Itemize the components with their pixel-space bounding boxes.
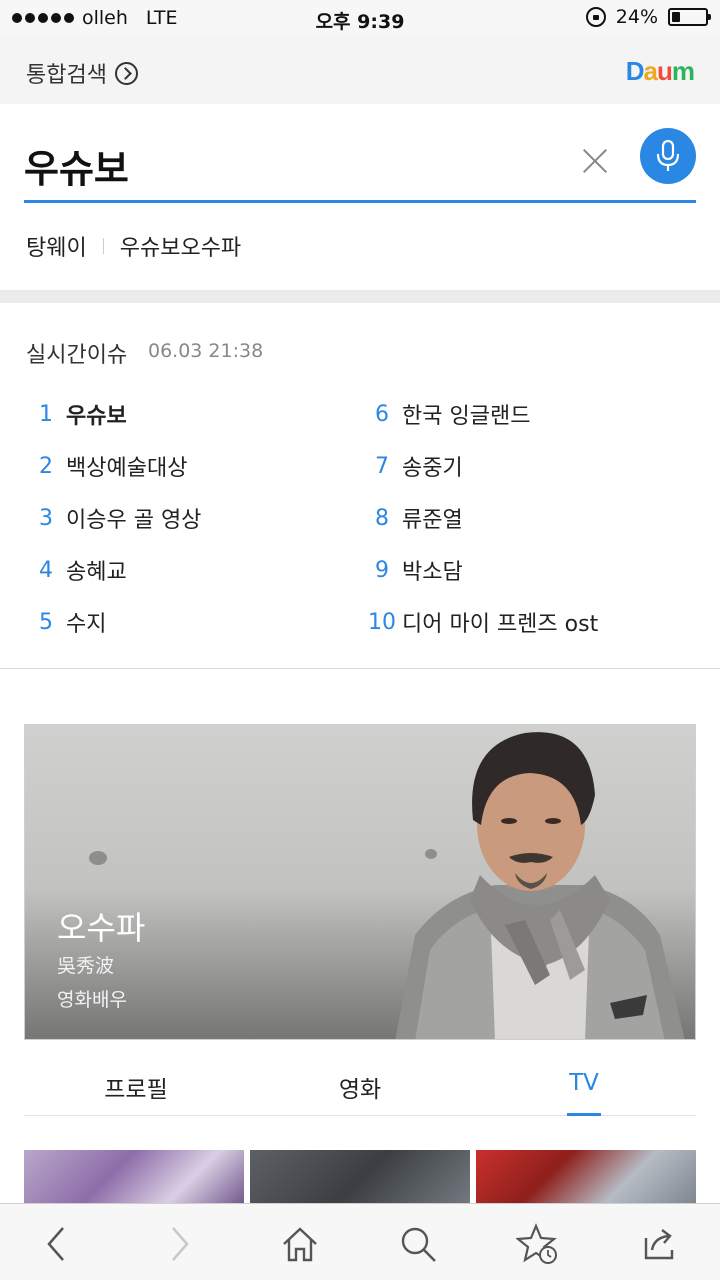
rank-keyword: 송중기 [402, 456, 463, 481]
rotation-lock-icon [585, 7, 606, 27]
person-hanja-name: 吳秀波 [57, 955, 115, 977]
battery-fill [672, 12, 680, 22]
rank-number: 4 [39, 557, 53, 583]
back-icon [47, 1227, 64, 1261]
rank-keyword: 송혜교 [66, 560, 127, 585]
rank-number: 1 [39, 401, 53, 427]
microphone-icon [656, 139, 680, 171]
tab-movie[interactable]: 영화 [248, 1058, 472, 1115]
rank-number: 9 [375, 557, 389, 583]
status-right: 24% [585, 6, 711, 28]
search-underline [24, 200, 696, 203]
realtime-item[interactable]: 6 한국 잉글랜드 [362, 388, 702, 440]
tv-thumbnail[interactable] [476, 1150, 696, 1204]
battery-icon [668, 8, 711, 26]
bookmark-history-icon [516, 1223, 557, 1264]
share-icon [644, 1229, 674, 1260]
realtime-item[interactable]: 2 백상예술대상 [26, 440, 326, 492]
daum-logo[interactable]: Daum [625, 56, 695, 87]
rank-number: 7 [375, 453, 389, 479]
rank-keyword: 디어 마이 프렌즈 ost [402, 612, 599, 637]
rank-keyword: 우슈보 [66, 404, 127, 429]
tab-profile[interactable]: 프로필 [24, 1058, 248, 1115]
rank-keyword: 백상예술대상 [66, 456, 188, 481]
search-icon [401, 1227, 436, 1262]
rank-keyword: 이승우 골 영상 [66, 508, 202, 533]
rank-number: 3 [39, 505, 53, 531]
related-search-link[interactable]: 우슈보오수파 [120, 230, 241, 262]
rank-keyword: 박소담 [402, 560, 463, 585]
profile-tabs: 프로필 영화 TV [24, 1058, 696, 1116]
logo-letter: m [671, 56, 695, 86]
realtime-item[interactable]: 1 우슈보 [26, 388, 326, 440]
tab-tv[interactable]: TV [472, 1058, 696, 1115]
related-searches: 탕웨이 우슈보오수파 [26, 230, 241, 262]
section-divider [0, 290, 720, 303]
realtime-column-right: 6 한국 잉글랜드 7 송중기 8 류준열 9 박소담 10 디어 마이 프렌즈… [362, 388, 702, 648]
home-button[interactable] [278, 1222, 322, 1266]
chevron-right-circle-icon [114, 61, 138, 85]
realtime-item[interactable]: 5 수지 [26, 596, 326, 648]
total-search-button[interactable]: 통합검색 [26, 57, 138, 89]
realtime-title: 실시간이슈 [26, 343, 128, 368]
realtime-item[interactable]: 9 박소담 [362, 544, 702, 596]
logo-letter: D [625, 56, 645, 86]
browser-toolbar [0, 1203, 720, 1280]
rank-number: 8 [375, 505, 389, 531]
logo-letter: a [643, 56, 659, 86]
search-header: 통합검색 Daum [0, 36, 720, 104]
voice-search-button[interactable] [640, 128, 696, 184]
person-profile-card[interactable]: 오수파 吳秀波 영화배우 [24, 724, 696, 1040]
clear-icon[interactable] [578, 144, 612, 178]
rank-keyword: 류준열 [402, 508, 463, 533]
search-button[interactable] [396, 1222, 440, 1266]
tv-thumbnails [24, 1150, 696, 1204]
rank-number: 2 [39, 453, 53, 479]
search-input[interactable]: 우슈보 [24, 138, 129, 193]
related-search-link[interactable]: 탕웨이 [26, 230, 87, 262]
realtime-item[interactable]: 4 송혜교 [26, 544, 326, 596]
realtime-item[interactable]: 8 류준열 [362, 492, 702, 544]
person-occupation: 영화배우 [57, 989, 127, 1011]
forward-icon [172, 1227, 189, 1261]
battery-percent: 24% [615, 6, 658, 28]
back-button[interactable] [34, 1222, 78, 1266]
divider [102, 238, 104, 254]
rank-number: 6 [375, 401, 389, 427]
bookmark-history-button[interactable] [516, 1222, 560, 1266]
tv-thumbnail[interactable] [24, 1150, 244, 1204]
rank-keyword: 수지 [66, 612, 107, 637]
person-name: 오수파 [57, 909, 146, 947]
search-area: 우슈보 탕웨이 우슈보오수파 [0, 104, 720, 290]
realtime-issues: 실시간이슈 06.03 21:38 1 우슈보 2 백상예술대상 3 이승우 골… [0, 303, 720, 669]
realtime-timestamp: 06.03 21:38 [148, 340, 264, 362]
realtime-item[interactable]: 7 송중기 [362, 440, 702, 492]
wall-texture [89, 851, 107, 865]
total-search-label: 통합검색 [26, 63, 107, 88]
spacer [0, 670, 720, 724]
logo-letter: u [656, 56, 673, 86]
realtime-item[interactable]: 3 이승우 골 영상 [26, 492, 326, 544]
forward-button[interactable] [158, 1222, 202, 1266]
rank-number: 5 [39, 609, 53, 635]
rank-keyword: 한국 잉글랜드 [402, 404, 531, 429]
tv-thumbnail[interactable] [250, 1150, 470, 1204]
realtime-column-left: 1 우슈보 2 백상예술대상 3 이승우 골 영상 4 송혜교 5 수지 [26, 388, 326, 648]
person-photo [395, 732, 685, 1039]
rank-number: 10 [368, 609, 396, 635]
home-icon [283, 1227, 317, 1262]
share-button[interactable] [636, 1222, 680, 1266]
status-bar: olleh LTE 오후 9:39 24% [0, 0, 720, 36]
realtime-item[interactable]: 10 디어 마이 프렌즈 ost [362, 596, 702, 648]
